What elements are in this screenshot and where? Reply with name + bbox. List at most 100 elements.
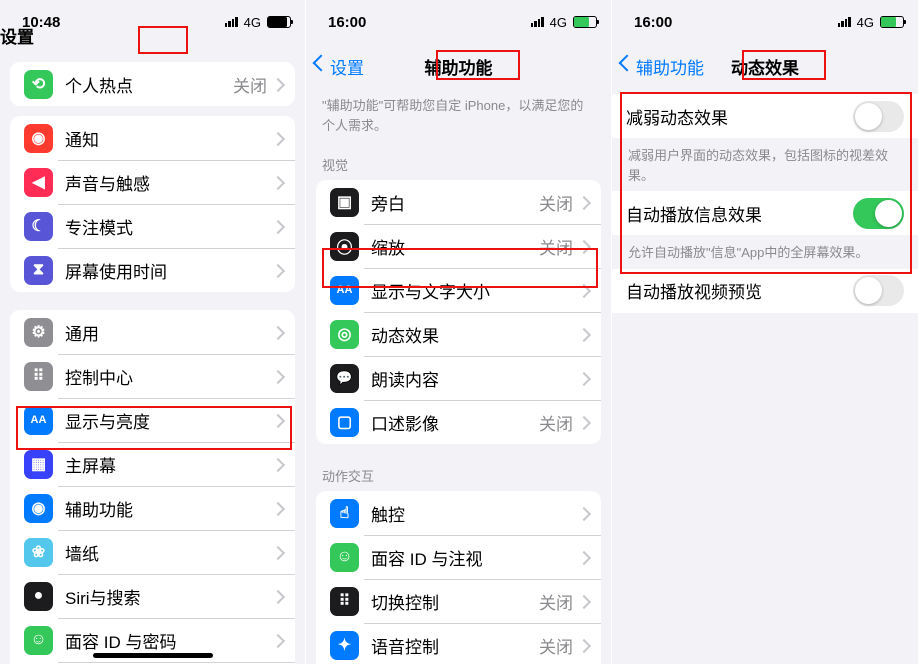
group-motor: ☝︎触控☺︎面容 ID 与注视⠿切换控制关闭✦语音控制关闭▭侧边按钮▢Apple…: [316, 491, 601, 664]
text-icon: AA: [330, 276, 359, 305]
row-label: 显示与文字大小: [371, 278, 579, 303]
row-label: 面容 ID 与密码: [65, 628, 273, 653]
switch-autoplay-msg[interactable]: [853, 198, 904, 229]
settings-row[interactable]: ▢口述影像关闭: [316, 400, 601, 444]
back-button[interactable]: 辅助功能: [621, 54, 704, 79]
row-label: 专注模式: [65, 214, 273, 239]
row-label: 自动播放信息效果: [626, 201, 853, 226]
group-video-preview: 自动播放视频预览: [612, 269, 918, 313]
settings-row[interactable]: ⠿切换控制关闭: [316, 579, 601, 623]
chevron-right-icon: [273, 414, 281, 427]
row-desc: 减弱用户界面的动态效果，包括图标的视差效果。: [612, 138, 918, 191]
settings-row[interactable]: ◎动态效果: [316, 312, 601, 356]
chevron-right-icon: [579, 595, 587, 608]
general-icon: ⚙︎: [24, 318, 53, 347]
chevron-right-icon: [273, 326, 281, 339]
settings-row[interactable]: ☺︎面容 ID 与注视: [316, 535, 601, 579]
siri-icon: ●: [24, 582, 53, 611]
row-label: 旁白: [371, 190, 539, 215]
settings-row[interactable]: ◉ 通知: [10, 116, 295, 160]
status-bar: 16:00 4G: [612, 0, 918, 44]
chevron-right-icon: [579, 507, 587, 520]
row-label: 声音与触感: [65, 170, 273, 195]
bell-icon: ◉: [24, 124, 53, 153]
access-icon: ◉: [24, 494, 53, 523]
focus-icon: ☾: [24, 212, 53, 241]
settings-scroll[interactable]: ⟲个人热点关闭 ◉ 通知 ◀︎ 声音与触感 ☾ 专注模式 ⧗屏幕使用时间 ⚙︎ 通用 ⠿ 控制中心…: [0, 54, 305, 664]
row-label: Siri与搜索: [65, 584, 273, 609]
page-subtitle: "辅助功能"可帮助您自定 iPhone，以满足您的个人需求。: [306, 88, 611, 141]
settings-row[interactable]: ◉ 辅助功能: [10, 486, 295, 530]
settings-row[interactable]: AA 显示与文字大小: [316, 268, 601, 312]
status-bar: 10:48 4G: [0, 0, 305, 44]
group-msg-fx: 自动播放信息效果: [612, 191, 918, 235]
settings-row[interactable]: ⚙︎ 通用: [10, 310, 295, 354]
chevron-right-icon: [579, 196, 587, 209]
row-reduce-motion[interactable]: 减弱动态效果: [612, 94, 918, 138]
chevron-right-icon: [579, 416, 587, 429]
speech-icon: 💬: [330, 364, 359, 393]
faceid-icon: ☺︎: [24, 626, 53, 655]
row-value: 关闭: [233, 72, 267, 97]
status-time: 16:00: [634, 14, 672, 31]
chevron-right-icon: [273, 502, 281, 515]
settings-row[interactable]: ⟲个人热点关闭: [10, 62, 295, 106]
chevron-right-icon: [579, 240, 587, 253]
accessibility-scroll[interactable]: "辅助功能"可帮助您自定 iPhone，以满足您的个人需求。 视觉 ▣旁白关闭⦿…: [306, 88, 611, 664]
settings-row[interactable]: ◀︎ 声音与触感: [10, 160, 295, 204]
chevron-left-icon: [621, 57, 632, 75]
settings-row[interactable]: ⦿缩放关闭: [316, 224, 601, 268]
audio-desc-icon: ▢: [330, 408, 359, 437]
chevron-right-icon: [273, 176, 281, 189]
chevron-left-icon: [315, 57, 326, 75]
row-label: 通知: [65, 126, 273, 151]
chevron-right-icon: [273, 458, 281, 471]
face-attn-icon: ☺︎: [330, 543, 359, 572]
switch-reduce-motion[interactable]: [853, 101, 904, 132]
row-label: 通用: [65, 320, 273, 345]
row-label: 辅助功能: [65, 496, 273, 521]
settings-row[interactable]: ⧗屏幕使用时间: [10, 248, 295, 292]
back-button[interactable]: 设置: [315, 54, 364, 79]
chevron-right-icon: [273, 220, 281, 233]
control-icon: ⠿: [24, 362, 53, 391]
home-indicator: [93, 653, 213, 658]
sound-icon: ◀︎: [24, 168, 53, 197]
settings-row[interactable]: 💬朗读内容: [316, 356, 601, 400]
row-autoplay-msg[interactable]: 自动播放信息效果: [612, 191, 918, 235]
status-time: 16:00: [328, 14, 366, 31]
row-autoplay-video[interactable]: 自动播放视频预览: [612, 269, 918, 313]
motion-scroll[interactable]: 减弱动态效果 减弱用户界面的动态效果，包括图标的视差效果。 自动播放信息效果 允…: [612, 88, 918, 664]
row-value: 关闭: [539, 410, 573, 435]
group-reduce-motion: 减弱动态效果: [612, 94, 918, 138]
switch-autoplay-video[interactable]: [853, 275, 904, 306]
home-icon: ▦: [24, 450, 53, 479]
row-label: 显示与亮度: [65, 408, 273, 433]
row-label: 控制中心: [65, 364, 273, 389]
settings-row[interactable]: ☾ 专注模式: [10, 204, 295, 248]
chevron-right-icon: [273, 132, 281, 145]
signal-icon: [838, 17, 851, 27]
settings-row[interactable]: ● Siri与搜索: [10, 574, 295, 618]
status-right: 4G: [225, 15, 291, 30]
settings-row[interactable]: ⠿ 控制中心: [10, 354, 295, 398]
chevron-right-icon: [273, 264, 281, 277]
settings-row[interactable]: ▣旁白关闭: [316, 180, 601, 224]
battery-charging-icon: [880, 16, 904, 28]
row-label: 动态效果: [371, 322, 579, 347]
row-value: 关闭: [539, 589, 573, 614]
group-vision: ▣ 旁白关闭 ⦿缩放关闭 AA 显示与文字大小 ◎动态效果💬朗读内容▢口述影像关闭: [316, 180, 601, 444]
settings-row[interactable]: AA 显示与亮度: [10, 398, 295, 442]
network-label: 4G: [550, 15, 567, 30]
display-icon: AA: [24, 406, 53, 435]
settings-row[interactable]: ☝︎触控: [316, 491, 601, 535]
row-label: 缩放: [371, 234, 539, 259]
settings-row[interactable]: ✦语音控制关闭: [316, 623, 601, 664]
settings-row[interactable]: ❀墙纸: [10, 530, 295, 574]
settings-row[interactable]: ▦主屏幕: [10, 442, 295, 486]
voiceover-icon: ▣: [330, 188, 359, 217]
row-label: 屏幕使用时间: [65, 258, 273, 283]
chevron-right-icon: [579, 328, 587, 341]
chevron-right-icon: [579, 639, 587, 652]
wallpaper-icon: ❀: [24, 538, 53, 567]
